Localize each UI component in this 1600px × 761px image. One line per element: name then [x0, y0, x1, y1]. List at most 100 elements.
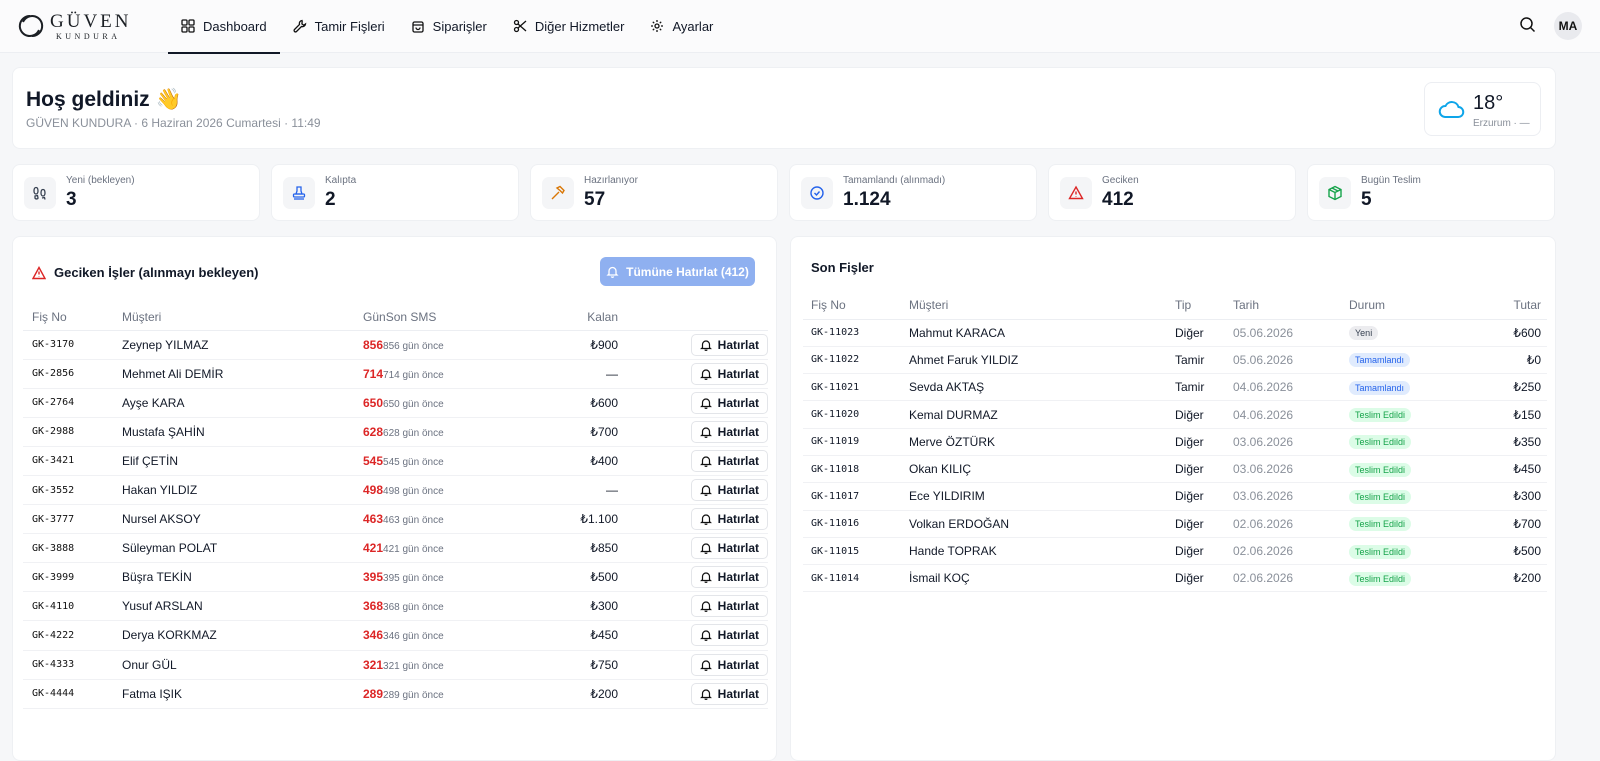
stat-label: Tamamlandı (alınmadı): [843, 175, 946, 186]
table-row[interactable]: GK-11016 Volkan ERDOĞAN Diğer 02.06.2026 Tes…: [803, 510, 1547, 538]
fis-no: GK-11023: [803, 319, 901, 347]
table-row[interactable]: GK-11017 Ece YILDIRIM Diğer 03.06.2026 Tesli…: [803, 482, 1547, 511]
alert-triangle-icon: [32, 265, 46, 279]
remind-button[interactable]: Hatırlat: [690, 653, 768, 676]
remind-label: Hatırlat: [717, 424, 759, 439]
search-button[interactable]: [1519, 16, 1536, 36]
table-row[interactable]: GK-11018 Okan KILIÇ Diğer 03.06.2026 Teslim …: [803, 455, 1547, 484]
remaining-amount: ₺600: [464, 388, 624, 418]
customer-name: Kemal DURMAZ: [901, 400, 1167, 429]
action-cell: Hatırlat: [624, 417, 768, 447]
last-sms: 346 gün önce: [383, 631, 444, 643]
table-row[interactable]: GK-11022 Ahmet Faruk YILDIZ Tamir 05.06.202…: [803, 346, 1547, 375]
table-row[interactable]: GK-11021 Sevda AKTAŞ Tamir 04.06.2026 Tamaml…: [803, 373, 1547, 402]
stat-geciken[interactable]: Geciken 412: [1048, 164, 1296, 221]
overdue-days: 321: [363, 657, 384, 672]
bell-icon: [699, 339, 712, 351]
days-cell: 368368 gün önce: [354, 591, 464, 622]
bell-icon: [699, 485, 712, 496]
remind-button[interactable]: Hatırlat: [690, 508, 768, 531]
remind-button[interactable]: Hatırlat: [690, 595, 768, 618]
days-cell: 714714 gün önce: [354, 359, 464, 389]
remind-button[interactable]: Hatırlat: [690, 420, 768, 443]
gear-icon: [651, 20, 664, 32]
customer-name: Volkan ERDOĞAN: [901, 510, 1167, 538]
weather-city: Erzurum · —: [1473, 118, 1530, 129]
remind-button[interactable]: Hatırlat: [690, 479, 768, 502]
remind-button[interactable]: Hatırlat: [690, 682, 768, 705]
remind-all-button[interactable]: Tümüne Hatırlat (412): [600, 257, 755, 286]
nav-ayarlar[interactable]: Ayarlar: [637, 0, 726, 53]
table-row[interactable]: GK-2764 Ayşe KARA 650650 gün önce ₺600 Hatır…: [23, 388, 768, 418]
action-cell: Hatırlat: [624, 388, 768, 418]
brand-logo[interactable]: GÜVEN KUNDURA: [18, 12, 168, 41]
table-row[interactable]: GK-3888 Süleyman POLAT 421421 gün önce ₺850…: [23, 533, 768, 564]
nav-tamir-fisleri[interactable]: Tamir Fişleri: [280, 0, 398, 53]
remind-button[interactable]: Hatırlat: [690, 449, 768, 472]
remind-label: Hatırlat: [717, 366, 759, 381]
customer-name: Mehmet Ali DEMİR: [113, 359, 354, 389]
col-tutar: Tutar: [1467, 292, 1547, 320]
overdue-days: 421: [363, 541, 384, 556]
remind-button[interactable]: Hatırlat: [690, 391, 768, 414]
action-cell: Hatırlat: [624, 679, 768, 709]
remind-button[interactable]: Hatırlat: [690, 333, 768, 356]
date: 05.06.2026: [1225, 346, 1341, 375]
fis-no: GK-3421: [23, 446, 113, 476]
stat-kalipta[interactable]: Kalıpta 2: [271, 164, 519, 221]
stat-bugun-teslim[interactable]: Bugün Teslim 5: [1307, 164, 1555, 221]
action-cell: Hatırlat: [624, 562, 768, 593]
overdue-days: 498: [363, 483, 384, 498]
nav-dashboard[interactable]: Dashboard: [168, 0, 280, 54]
table-row[interactable]: GK-3421 Elif ÇETİN 545545 gün önce ₺400 Hatı…: [23, 446, 768, 476]
table-row[interactable]: GK-3170 Zeynep YILMAZ 856856 gün önce ₺900 H…: [23, 330, 768, 360]
stat-tamamlandi[interactable]: Tamamlandı (alınmadı) 1.124: [789, 164, 1037, 221]
fis-no: GK-11015: [803, 537, 901, 566]
amount: ₺150: [1467, 400, 1547, 429]
table-row[interactable]: GK-3552 Hakan YILDIZ 498498 gün önce — Hatır…: [23, 475, 768, 506]
customer-name: Ece YILDIRIM: [901, 482, 1167, 511]
remind-label: Hatırlat: [717, 657, 759, 672]
table-row[interactable]: GK-4222 Derya KORKMAZ 346346 gün önce ₺450 H…: [23, 620, 768, 651]
stat-yeni[interactable]: Yeni (bekleyen) 3: [12, 164, 260, 221]
table-row[interactable]: GK-11020 Kemal DURMAZ Diğer 04.06.2026 Tesli…: [803, 400, 1547, 429]
shopping-bag-icon: [412, 21, 424, 33]
bell-icon: [699, 514, 712, 526]
remind-label: Hatırlat: [717, 628, 759, 643]
table-row[interactable]: GK-2856 Mehmet Ali DEMİR 714714 gün önce — H…: [23, 359, 768, 389]
nav-diger-hizmetler[interactable]: Diğer Hizmetler: [500, 0, 638, 53]
table-row[interactable]: GK-11014 İsmail KOÇ Diğer 02.06.2026 Teslim …: [803, 564, 1547, 593]
days-cell: 395395 gün önce: [354, 562, 464, 593]
table-row[interactable]: GK-4333 Onur GÜL 321321 gün önce ₺750 Hatırl…: [23, 650, 768, 680]
user-avatar[interactable]: MA: [1554, 12, 1582, 40]
remind-button[interactable]: Hatırlat: [690, 624, 768, 647]
last-sms: 463 gün önce: [383, 515, 444, 527]
nav-siparisler[interactable]: Siparişler: [398, 0, 500, 53]
bell-icon: [699, 456, 712, 467]
stat-hazirlaniyor[interactable]: Hazırlanıyor 57: [530, 164, 778, 221]
table-row[interactable]: GK-11019 Merve ÖZTÜRK Diğer 03.06.2026 Tesli…: [803, 428, 1547, 456]
table-row[interactable]: GK-11023 Mahmut KARACA Diğer 05.06.2026 Yeni…: [803, 319, 1547, 347]
action-cell: Hatırlat: [624, 504, 768, 535]
col-son-sms: Son SMS: [385, 310, 437, 325]
table-row[interactable]: GK-3777 Nursel AKSOY 463463 gün önce ₺1.100…: [23, 504, 768, 535]
status-cell: Teslim Edildi: [1341, 564, 1467, 593]
remaining-amount: ₺750: [464, 650, 624, 680]
table-row[interactable]: GK-11015 Hande TOPRAK Diğer 02.06.2026 Tesli…: [803, 537, 1547, 566]
remind-button[interactable]: Hatırlat: [690, 537, 768, 560]
status-badge: Teslim Edildi: [1349, 462, 1412, 477]
remind-button[interactable]: Hatırlat: [690, 566, 768, 589]
recent-table: Fiş No Müşteri Tip Tarih Durum Tutar GK-…: [803, 292, 1547, 593]
date: 03.06.2026: [1225, 455, 1341, 484]
table-row[interactable]: GK-4110 Yusuf ARSLAN 368368 gün önce ₺300 Ha…: [23, 591, 768, 622]
table-row[interactable]: GK-2988 Mustafa ŞAHİN 628628 gün önce ₺700 H…: [23, 417, 768, 447]
remind-label: Hatırlat: [717, 453, 759, 468]
fis-no: GK-11020: [803, 400, 901, 429]
remind-button[interactable]: Hatırlat: [690, 362, 768, 385]
status-badge: Teslim Edildi: [1349, 408, 1412, 423]
type: Diğer: [1167, 455, 1225, 484]
table-row[interactable]: GK-3999 Büşra TEKİN 395395 gün önce ₺500 Hat…: [23, 562, 768, 593]
overdue-title: Geciken İşler (alınmayı bekleyen): [32, 265, 259, 280]
table-row[interactable]: GK-4444 Fatma IŞIK 289289 gün önce ₺200 Hatı…: [23, 679, 768, 709]
status-badge: Yeni: [1349, 326, 1379, 341]
